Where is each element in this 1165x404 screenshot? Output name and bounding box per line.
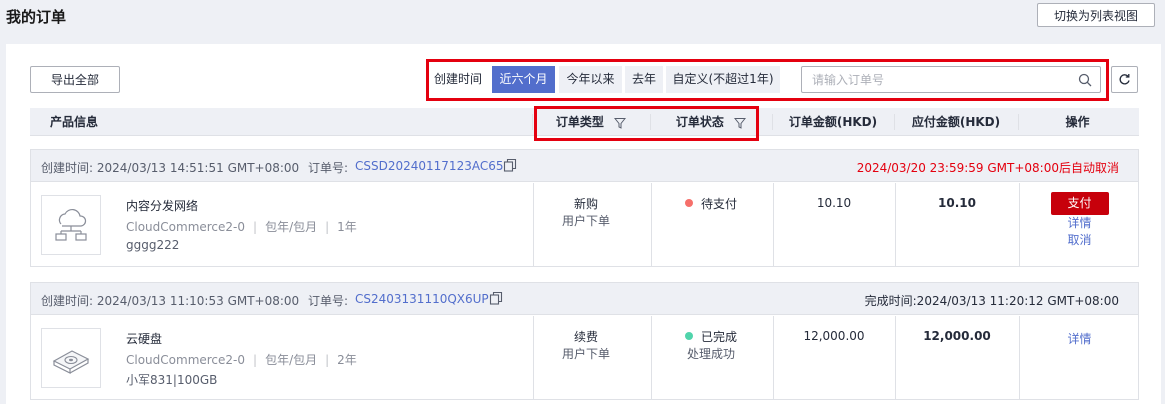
auto-cancel-note: 2024/03/20 23:59:59 GMT+08:00后自动取消 <box>856 161 1119 175</box>
order-type-source: 用户下单 <box>561 347 610 361</box>
order-number: CS2403131110QX6UP <box>355 292 489 306</box>
order-created-time: 创建时间: 2024/03/13 11:10:53 GMT+08:00 <box>41 294 300 308</box>
order-type-source: 用户下单 <box>561 214 610 228</box>
page-title: 我的订单 <box>6 8 67 26</box>
time-option-last-year[interactable]: 去年 <box>625 66 663 93</box>
order-type-cell: 续费 用户下单 <box>533 329 639 363</box>
header-product: 产品信息 <box>50 115 99 129</box>
time-option-this-year[interactable]: 今年以来 <box>559 66 622 93</box>
order-actions: 详情 <box>1021 329 1138 348</box>
payable-amount: 10.10 <box>938 196 976 210</box>
order-search-input[interactable] <box>812 67 1062 92</box>
order-amount: 12,000.00 <box>803 329 865 343</box>
order-card-header: 创建时间: 2024/03/13 11:10:53 GMT+08:00 订单号:… <box>31 283 1138 315</box>
copy-icon[interactable] <box>489 291 503 305</box>
copy-icon[interactable] <box>503 158 517 172</box>
order-status-cell: 待支付 <box>651 196 771 213</box>
switch-view-button[interactable]: 切换为列表视图 <box>1037 3 1155 27</box>
order-actions: 支付 详情 取消 <box>1021 192 1138 249</box>
header-actions: 操作 <box>1065 115 1090 129</box>
pay-button[interactable]: 支付 <box>1050 192 1109 215</box>
order-card-header: 创建时间: 2024/03/13 14:51:51 GMT+08:00 订单号:… <box>31 150 1138 182</box>
refresh-button[interactable] <box>1111 66 1138 93</box>
export-all-button[interactable]: 导出全部 <box>30 66 120 93</box>
product-thumbnail <box>41 195 101 255</box>
type-status-highlight <box>534 106 759 141</box>
order-status: 待支付 <box>700 197 737 211</box>
order-number-label: 订单号: <box>308 161 349 175</box>
product-name: 内容分发网络 <box>126 199 199 213</box>
created-time-label: 创建时间 <box>434 72 483 86</box>
status-dot <box>684 332 693 340</box>
product-name: 云硬盘 <box>126 332 163 346</box>
detail-link[interactable]: 详情 <box>1021 215 1138 232</box>
payable-amount: 12,000.00 <box>923 329 991 343</box>
order-status-detail: 处理成功 <box>686 347 735 361</box>
time-option-custom[interactable]: 自定义(不超过1年) <box>666 66 780 93</box>
order-search <box>801 66 1101 93</box>
cancel-link[interactable]: 取消 <box>1021 232 1138 249</box>
refresh-icon <box>1119 74 1130 85</box>
order-amount: 10.10 <box>816 196 852 210</box>
product-meta: CloudCommerce2-0 | 包年/包月 | 2年 <box>126 353 357 367</box>
order-status-cell: 已完成 处理成功 <box>651 329 771 363</box>
order-number: CSSD20240117123AC65 <box>355 159 504 173</box>
status-dot <box>684 199 693 207</box>
order-type-cell: 新购 用户下单 <box>533 196 639 230</box>
detail-link[interactable]: 详情 <box>1021 331 1138 348</box>
product-extra: 小军831|100GB <box>126 373 218 387</box>
search-icon[interactable] <box>1078 73 1092 87</box>
orders-panel: 导出全部 创建时间 近六个月 今年以来 去年 自定义(不超过1年) 产品信息 订… <box>6 44 1161 404</box>
order-card: 创建时间: 2024/03/13 14:51:51 GMT+08:00 订单号:… <box>30 149 1139 267</box>
order-status: 已完成 <box>700 330 737 344</box>
order-type: 续费 <box>573 330 598 344</box>
cloud-network-icon <box>55 208 87 241</box>
product-meta: CloudCommerce2-0 | 包年/包月 | 1年 <box>126 220 357 234</box>
header-payable-amount: 应付金额(HKD) <box>911 115 1001 129</box>
product-thumbnail <box>41 328 101 388</box>
order-created-time: 创建时间: 2024/03/13 14:51:51 GMT+08:00 <box>41 161 300 175</box>
header-order-amount: 订单金额(HKD) <box>788 115 878 129</box>
product-extra: gggg222 <box>126 238 180 252</box>
order-type: 新购 <box>573 197 598 211</box>
disk-icon <box>52 350 90 374</box>
order-number-label: 订单号: <box>308 294 349 308</box>
order-card: 创建时间: 2024/03/13 11:10:53 GMT+08:00 订单号:… <box>30 282 1139 400</box>
completion-time: 完成时间:2024/03/13 11:20:12 GMT+08:00 <box>864 294 1119 308</box>
time-option-six-months[interactable]: 近六个月 <box>492 66 555 93</box>
